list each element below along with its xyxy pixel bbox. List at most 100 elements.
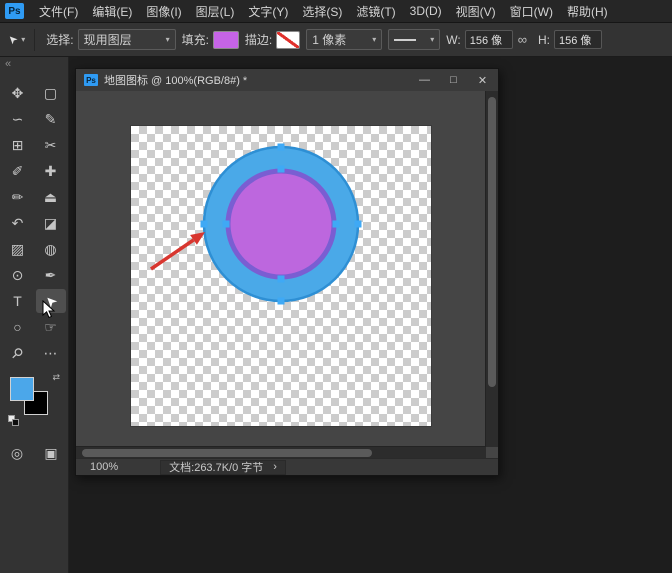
select-mode-dropdown[interactable]: 现用图层 ▾	[78, 29, 176, 50]
tool-more[interactable]: ⋯	[36, 341, 66, 365]
tool-healing-brush[interactable]: ✚	[36, 159, 66, 183]
document-window: Ps 地图图标 @ 100%(RGB/8#) * — □ ✕	[75, 68, 499, 476]
clone-stamp-icon: ⏏	[44, 189, 57, 206]
vertical-scrollbar[interactable]	[485, 91, 498, 447]
menu-3d[interactable]: 3D(D)	[403, 1, 449, 21]
divider	[34, 29, 35, 51]
stroke-style-dropdown[interactable]: ▾	[388, 29, 440, 50]
tool-blur[interactable]: ◍	[36, 237, 66, 261]
stroke-width-dropdown[interactable]: 1 像素 ▾	[306, 29, 382, 50]
menu-layer[interactable]: 图层(L)	[189, 0, 242, 23]
inner-circle-shape[interactable]	[228, 171, 334, 277]
tool-eraser[interactable]: ◪	[36, 211, 66, 235]
slice-icon: ✂	[45, 137, 57, 154]
anchor-handle[interactable]	[333, 221, 340, 228]
crop-icon: ⊞	[12, 137, 24, 154]
tool-quick-mask[interactable]: ◎	[5, 441, 29, 465]
document-title: 地图图标 @ 100%(RGB/8#) *	[104, 72, 411, 88]
tool-zoom[interactable]: ⚲	[3, 341, 33, 365]
menu-filter[interactable]: 滤镜(T)	[349, 0, 402, 23]
tool-history-brush[interactable]: ↶	[3, 211, 33, 235]
shape-icon: ○	[13, 319, 21, 335]
height-label: H:	[538, 33, 550, 47]
anchor-handle[interactable]	[278, 298, 285, 305]
tool-screen-mode[interactable]: ▣	[39, 441, 63, 465]
anchor-handle[interactable]	[278, 166, 285, 173]
horizontal-scrollbar-thumb[interactable]	[82, 449, 372, 457]
marquee-icon: ▢	[44, 85, 57, 102]
anchor-handle[interactable]	[355, 221, 362, 228]
menu-file[interactable]: 文件(F)	[32, 0, 85, 23]
quick-mask-icon: ◎	[11, 445, 23, 462]
minimize-button[interactable]: —	[411, 71, 438, 89]
menu-image[interactable]: 图像(I)	[139, 0, 188, 23]
quick-select-icon: ✎	[45, 111, 57, 128]
tool-brush[interactable]: ✏	[3, 185, 33, 209]
zoom-level[interactable]: 100%	[90, 461, 118, 473]
tool-clone-stamp[interactable]: ⏏	[36, 185, 66, 209]
document-statusbar: 100% 文档:263.7K/0 字节 ›	[76, 458, 498, 475]
width-input[interactable]: 156 像	[465, 30, 513, 49]
fill-color-swatch[interactable]	[213, 31, 239, 49]
color-swatches: ⇄	[8, 377, 62, 427]
close-button[interactable]: ✕	[469, 71, 496, 89]
stroke-color-swatch[interactable]	[276, 31, 300, 49]
link-dimensions-icon[interactable]: ∞	[518, 32, 527, 47]
chevron-down-icon: ▾	[372, 35, 376, 44]
anchor-handle[interactable]	[223, 221, 230, 228]
gradient-icon: ▨	[11, 241, 24, 258]
menu-edit[interactable]: 编辑(E)	[85, 0, 139, 23]
tool-crop[interactable]: ⊞	[3, 133, 33, 157]
arrow-shaft	[151, 240, 194, 269]
chevron-down-icon: ▾	[430, 35, 434, 44]
blur-icon: ◍	[44, 241, 56, 258]
tool-move[interactable]: ✥	[3, 81, 33, 105]
chevron-down-icon: ▾	[21, 35, 25, 44]
menu-window[interactable]: 窗口(W)	[503, 0, 560, 23]
document-titlebar[interactable]: Ps 地图图标 @ 100%(RGB/8#) * — □ ✕	[76, 69, 498, 92]
mouse-cursor-icon	[42, 300, 56, 319]
status-chevron-icon[interactable]: ›	[273, 461, 277, 473]
vertical-scrollbar-thumb[interactable]	[488, 97, 496, 387]
tool-marquee[interactable]: ▢	[36, 81, 66, 105]
type-icon: T	[13, 293, 22, 309]
collapse-panel-icon[interactable]: «	[0, 57, 68, 69]
tool-shape[interactable]: ○	[3, 315, 33, 339]
default-colors-icon[interactable]	[8, 415, 20, 427]
tool-slice[interactable]: ✂	[36, 133, 66, 157]
tool-gradient[interactable]: ▨	[3, 237, 33, 261]
swap-colors-icon[interactable]: ⇄	[52, 372, 60, 383]
healing-brush-icon: ✚	[45, 163, 57, 180]
maximize-button[interactable]: □	[440, 71, 467, 89]
tool-quick-select[interactable]: ✎	[36, 107, 66, 131]
tool-pen[interactable]: ✒	[36, 263, 66, 287]
shape-layer	[131, 126, 431, 426]
hand-icon: ☞	[44, 319, 57, 336]
tool-preset-picker[interactable]: ➤ ▾	[0, 33, 29, 46]
tool-dodge[interactable]: ⊙	[3, 263, 33, 287]
anchor-handle[interactable]	[201, 221, 208, 228]
canvas-transparency-grid[interactable]	[131, 126, 431, 426]
options-bar: ➤ ▾ 选择: 现用图层 ▾ 填充: 描边: 1 像素 ▾ ▾ W: 156 像…	[0, 23, 672, 57]
chevron-down-icon: ▾	[166, 35, 170, 44]
document-ps-icon: Ps	[84, 74, 98, 86]
tool-eyedropper[interactable]: ✐	[3, 159, 33, 183]
menu-help[interactable]: 帮助(H)	[560, 0, 615, 23]
tool-type[interactable]: T	[3, 289, 33, 313]
height-input[interactable]: 156 像	[554, 30, 602, 49]
document-size-text: 文档:263.7K/0 字节	[169, 459, 263, 475]
menu-type[interactable]: 文字(Y)	[241, 0, 295, 23]
menu-select[interactable]: 选择(S)	[295, 0, 349, 23]
menu-view[interactable]: 视图(V)	[449, 0, 503, 23]
anchor-handle[interactable]	[278, 144, 285, 151]
tool-lasso[interactable]: ∽	[3, 107, 33, 131]
canvas-area[interactable]	[76, 91, 486, 447]
tool-bar: « ✥ ▢ ∽ ✎ ⊞ ✂ ✐ ✚ ✏ ⏏ ↶ ◪ ▨ ◍ ⊙ ✒ T ➤ ○ …	[0, 57, 69, 573]
lasso-icon: ∽	[12, 111, 24, 128]
foreground-color-swatch[interactable]	[10, 377, 34, 401]
stroke-width-value: 1 像素	[312, 31, 346, 48]
photoshop-logo-icon: Ps	[5, 3, 24, 19]
menu-bar: Ps 文件(F) 编辑(E) 图像(I) 图层(L) 文字(Y) 选择(S) 滤…	[0, 0, 672, 23]
anchor-handle[interactable]	[278, 276, 285, 283]
select-mode-label: 选择:	[46, 31, 73, 48]
